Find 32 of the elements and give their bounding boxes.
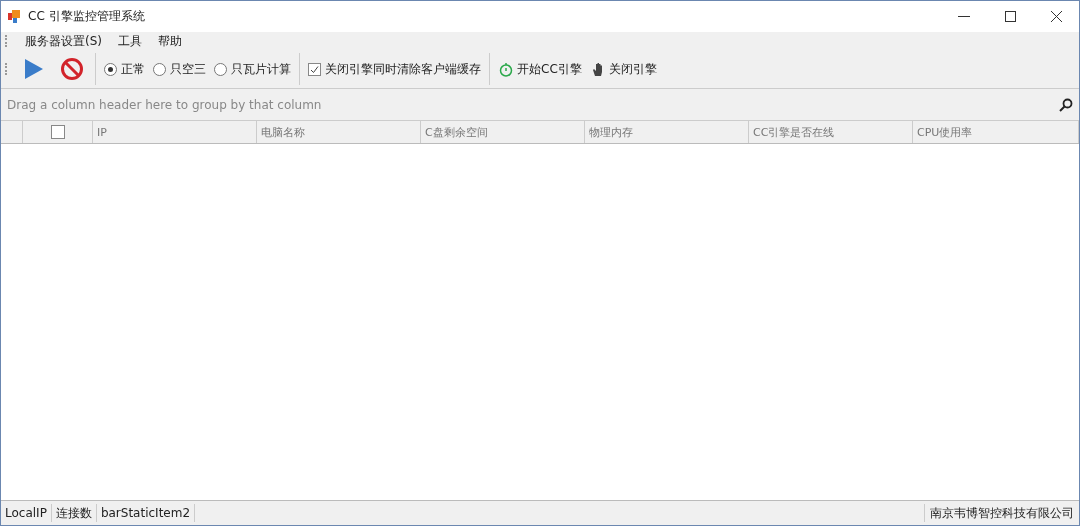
company-name: 南京韦博智控科技有限公司: [924, 504, 1079, 522]
mode-radio[interactable]: 正常: [104, 60, 145, 78]
search-icon[interactable]: [1059, 97, 1073, 112]
play-icon: [24, 58, 44, 80]
status-item: LocalIP: [1, 504, 52, 522]
select-all-checkbox[interactable]: [50, 125, 65, 139]
column-header[interactable]: C盘剩余空间: [421, 121, 585, 143]
check-icon: [310, 64, 319, 74]
mode-radio[interactable]: 只空三: [153, 60, 206, 78]
prohibited-icon: [60, 57, 84, 81]
stop-engine-button[interactable]: 关闭引擎: [591, 60, 657, 78]
status-item: barStaticItem2: [96, 504, 196, 522]
mode-radio[interactable]: 只瓦片计算: [214, 60, 291, 78]
group-panel-hint: Drag a column header here to group by that column: [7, 97, 322, 112]
column-header[interactable]: 电脑名称: [257, 121, 421, 143]
column-header[interactable]: 物理内存: [585, 121, 749, 143]
window-title: CC 引擎监控管理系统: [28, 8, 146, 25]
column-header[interactable]: CC引擎是否在线: [749, 121, 913, 143]
minimize-icon: [958, 15, 970, 18]
hand-icon: [591, 61, 605, 77]
column-header[interactable]: IP: [93, 121, 257, 143]
close-icon: [1050, 11, 1062, 22]
menu-item[interactable]: 服务器设置(S): [19, 32, 108, 50]
column-header[interactable]: CPU使用率: [913, 121, 1079, 143]
menu-item[interactable]: 帮助: [152, 32, 188, 50]
status-item: 连接数: [51, 504, 97, 522]
menu-item[interactable]: 工具: [112, 32, 148, 50]
maximize-icon: [1004, 11, 1016, 22]
clear-cache-checkbox[interactable]: 关闭引擎同时清除客户端缓存: [308, 60, 481, 78]
start-engine-button[interactable]: 开始CC引擎: [499, 60, 582, 78]
app-logo-icon: [8, 9, 22, 24]
power-icon: [499, 61, 513, 77]
